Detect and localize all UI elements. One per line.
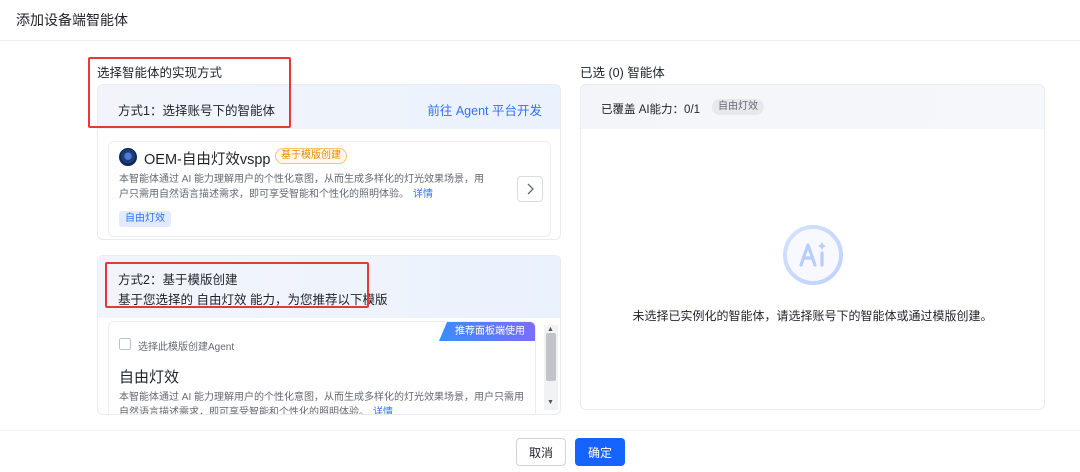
template-checkbox[interactable] [119, 338, 131, 350]
coverage-text: 已覆盖 AI能力：0/1 [601, 104, 701, 116]
agent-detail-link[interactable]: 详情 [413, 189, 433, 200]
footer-divider [0, 430, 1080, 431]
coverage-header: 已覆盖 AI能力：0/1 自由灯效 [581, 85, 1044, 129]
template-card[interactable]: 推荐面板端使用 选择此模版创建Agent 自由灯效 本智能体通过 AI 能力理解… [108, 321, 536, 415]
method1-title: 方式1：选择账号下的智能体 [118, 104, 275, 118]
method2-title: 方式2：基于模版创建 [118, 273, 238, 287]
empty-state-text: 未选择已实例化的智能体，请选择账号下的智能体或通过模版创建。 [632, 309, 993, 323]
method1-header: 方式1：选择账号下的智能体 前往 Agent 平台开发 [98, 85, 560, 129]
scrollbar[interactable]: ▲ ▼ [544, 325, 558, 410]
template-name: 自由灯效 [119, 369, 180, 386]
scrollbar-thumb[interactable] [546, 333, 556, 381]
selected-agents-label: 已选 (0) 智能体 [580, 66, 665, 80]
title-divider [0, 40, 1080, 41]
cancel-button[interactable]: 取消 [516, 438, 566, 466]
coverage-tag: 自由灯效 [712, 99, 764, 115]
template-created-badge: 基于模版创建 [275, 148, 347, 164]
selected-agents-panel: 已覆盖 AI能力：0/1 自由灯效 未选择已实例化的智能体，请选择账号下的智能体… [580, 84, 1045, 410]
agent-logo-icon [119, 148, 137, 166]
method1-card: 方式1：选择账号下的智能体 前往 Agent 平台开发 OEM-自由灯效vspp… [97, 84, 561, 240]
confirm-button[interactable]: 确定 [575, 438, 625, 466]
template-description-text: 本智能体通过 AI 能力理解用户的个性化意图，从而生成多样化的灯光效果场景，用户… [119, 392, 525, 415]
goto-agent-platform-link[interactable]: 前往 Agent 平台开发 [427, 100, 542, 119]
capability-tag: 自由灯效 [119, 211, 171, 227]
scroll-down-icon[interactable]: ▼ [547, 399, 554, 407]
method2-subtitle: 基于您选择的 自由灯效 能力，为您推荐以下模版 [118, 293, 388, 307]
template-detail-link[interactable]: 详情 [373, 407, 393, 414]
chevron-right-icon [527, 183, 534, 195]
agent-card[interactable]: OEM-自由灯效vspp 基于模版创建 本智能体通过 AI 能力理解用户的个性化… [108, 141, 551, 237]
method2-card: 方式2：基于模版创建 基于您选择的 自由灯效 能力，为您推荐以下模版 推荐面板端… [97, 255, 561, 415]
template-checkbox-label[interactable]: 选择此模版创建Agent [138, 338, 234, 353]
dialog-title: 添加设备端智能体 [16, 12, 128, 28]
ai-icon [783, 225, 843, 285]
template-description: 本智能体通过 AI 能力理解用户的个性化意图，从而生成多样化的灯光效果场景，用户… [119, 390, 529, 415]
section-label: 选择智能体的实现方式 [97, 66, 223, 80]
select-agent-button[interactable] [517, 176, 543, 202]
method2-header: 方式2：基于模版创建 基于您选择的 自由灯效 能力，为您推荐以下模版 [98, 256, 560, 318]
recommend-ribbon: 推荐面板端使用 [439, 322, 535, 341]
agent-name: OEM-自由灯效vspp [144, 152, 271, 168]
agent-description: 本智能体通过 AI 能力理解用户的个性化意图，从而生成多样化的灯光效果场景，用户… [119, 172, 489, 202]
